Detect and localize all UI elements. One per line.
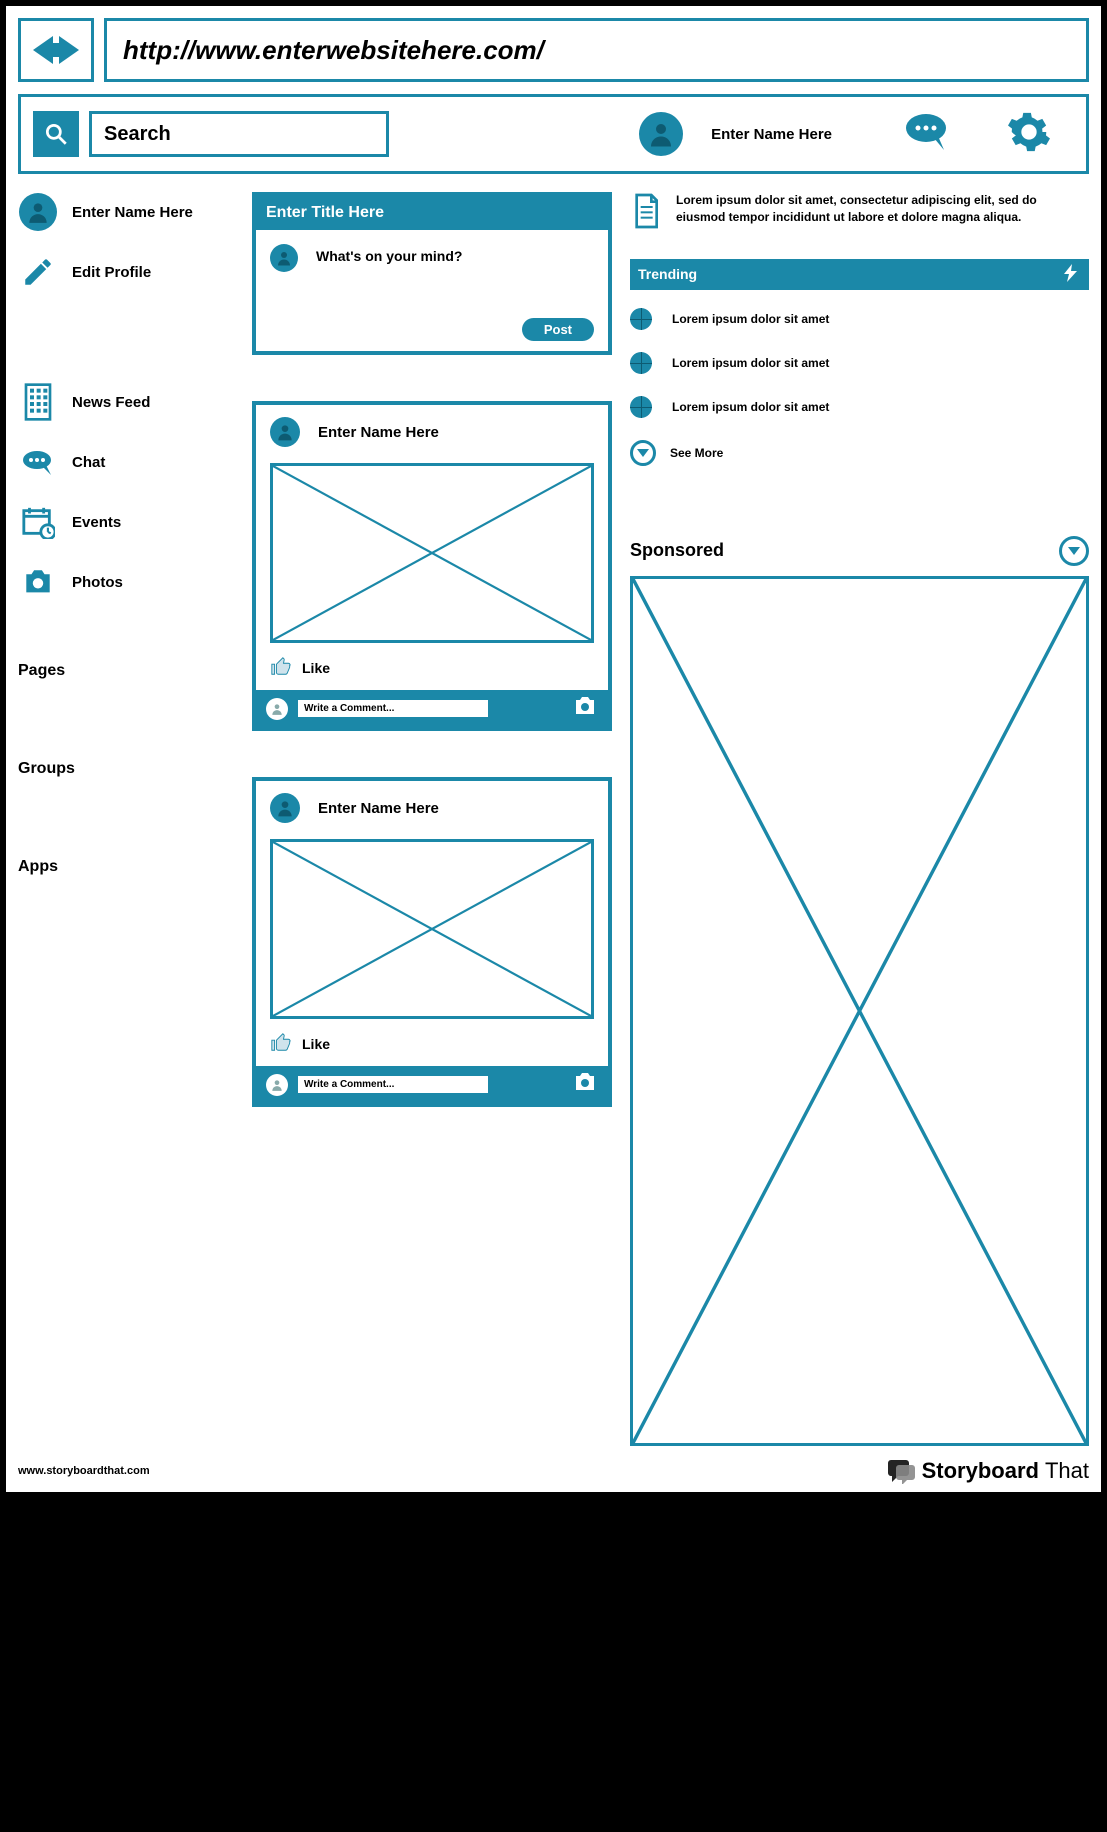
see-more-button[interactable]: See More [630, 440, 1089, 466]
globe-icon [630, 396, 652, 418]
document-icon [630, 192, 664, 235]
avatar-icon [270, 244, 298, 272]
info-note-text: Lorem ipsum dolor sit amet, consectetur … [676, 192, 1089, 235]
post-card: Enter Name Here Like Write a Comment... [252, 401, 612, 731]
sidebar-profile-name: Enter Name Here [72, 204, 193, 221]
chat-icon [18, 442, 58, 482]
sponsored-heading: Sponsored [630, 540, 724, 561]
camera-icon[interactable] [572, 1072, 598, 1097]
info-note: Lorem ipsum dolor sit amet, consectetur … [630, 192, 1089, 235]
sidebar-item-label: News Feed [72, 394, 150, 411]
chat-bubble-icon[interactable] [904, 112, 952, 157]
like-label[interactable]: Like [302, 660, 330, 676]
comment-input[interactable]: Write a Comment... [298, 1076, 488, 1093]
sidebar-item-label: Events [72, 514, 121, 531]
trending-text: Lorem ipsum dolor sit amet [672, 312, 829, 326]
compose-title: Enter Title Here [256, 196, 608, 230]
sidebar-item-label: Chat [72, 454, 105, 471]
sidebar-edit-profile[interactable]: Edit Profile [18, 252, 228, 292]
trending-label: Trending [638, 266, 697, 282]
sidebar-item-photos[interactable]: Photos [18, 562, 228, 602]
image-placeholder [270, 463, 594, 643]
left-sidebar: Enter Name Here Edit Profile News Feed [18, 192, 228, 1446]
sidebar-item-newsfeed[interactable]: News Feed [18, 382, 228, 422]
sidebar-item-chat[interactable]: Chat [18, 442, 228, 482]
main-feed: Enter Title Here What's on your mind? Po… [252, 192, 612, 1446]
compose-prompt[interactable]: What's on your mind? [316, 248, 462, 264]
footer-url: www.storyboardthat.com [18, 1465, 150, 1477]
top-toolbar: Search Enter Name Here [18, 94, 1089, 174]
building-icon [18, 382, 58, 422]
sponsored-placeholder [630, 576, 1089, 1446]
chevron-down-icon[interactable] [1059, 536, 1089, 566]
browser-nav-buttons [18, 18, 94, 82]
trending-text: Lorem ipsum dolor sit amet [672, 400, 829, 414]
avatar-icon [270, 793, 300, 823]
brand-part1: Storyboard [922, 1458, 1039, 1484]
right-sidebar: Lorem ipsum dolor sit amet, consectetur … [630, 192, 1089, 1446]
calendar-icon [18, 502, 58, 542]
post-button[interactable]: Post [522, 318, 594, 341]
compose-panel: Enter Title Here What's on your mind? Po… [252, 192, 612, 355]
trending-item[interactable]: Lorem ipsum dolor sit amet [630, 352, 1089, 374]
sidebar-profile[interactable]: Enter Name Here [18, 192, 228, 232]
gear-icon[interactable] [1006, 109, 1052, 160]
avatar-icon [270, 417, 300, 447]
post-author[interactable]: Enter Name Here [318, 800, 439, 817]
sidebar-item-label: Photos [72, 574, 123, 591]
comment-input[interactable]: Write a Comment... [298, 700, 488, 717]
url-bar[interactable]: http://www.enterwebsitehere.com/ [104, 18, 1089, 82]
sidebar-section-groups[interactable]: Groups [18, 760, 228, 778]
trending-header: Trending [630, 259, 1089, 290]
sidebar-section-pages[interactable]: Pages [18, 662, 228, 680]
brand-part2: That [1045, 1458, 1089, 1484]
pencil-icon [18, 252, 58, 292]
trending-item[interactable]: Lorem ipsum dolor sit amet [630, 308, 1089, 330]
see-more-label: See More [670, 446, 723, 460]
avatar-icon [19, 193, 57, 231]
thumbs-up-icon[interactable] [270, 1031, 292, 1056]
trending-text: Lorem ipsum dolor sit amet [672, 356, 829, 370]
search-icon[interactable] [33, 111, 79, 157]
trending-item[interactable]: Lorem ipsum dolor sit amet [630, 396, 1089, 418]
thumbs-up-icon[interactable] [270, 655, 292, 680]
toolbar-username[interactable]: Enter Name Here [711, 126, 832, 143]
forward-arrow-icon[interactable] [59, 36, 79, 64]
sidebar-edit-profile-label: Edit Profile [72, 264, 151, 281]
like-label[interactable]: Like [302, 1036, 330, 1052]
storyboardthat-logo: StoryboardThat [886, 1458, 1089, 1484]
sidebar-item-events[interactable]: Events [18, 502, 228, 542]
post-card: Enter Name Here Like Write a Comment... [252, 777, 612, 1107]
globe-icon [630, 308, 652, 330]
chevron-down-icon [630, 440, 656, 466]
lightning-icon [1061, 264, 1081, 285]
avatar-icon[interactable] [639, 112, 683, 156]
avatar-icon [266, 698, 288, 720]
camera-icon [18, 562, 58, 602]
search-input[interactable]: Search [89, 111, 389, 157]
comment-bar: Write a Comment... [256, 1066, 608, 1103]
post-author[interactable]: Enter Name Here [318, 424, 439, 441]
avatar-icon [266, 1074, 288, 1096]
camera-icon[interactable] [572, 696, 598, 721]
image-placeholder [270, 839, 594, 1019]
globe-icon [630, 352, 652, 374]
comment-bar: Write a Comment... [256, 690, 608, 727]
sidebar-section-apps[interactable]: Apps [18, 858, 228, 876]
